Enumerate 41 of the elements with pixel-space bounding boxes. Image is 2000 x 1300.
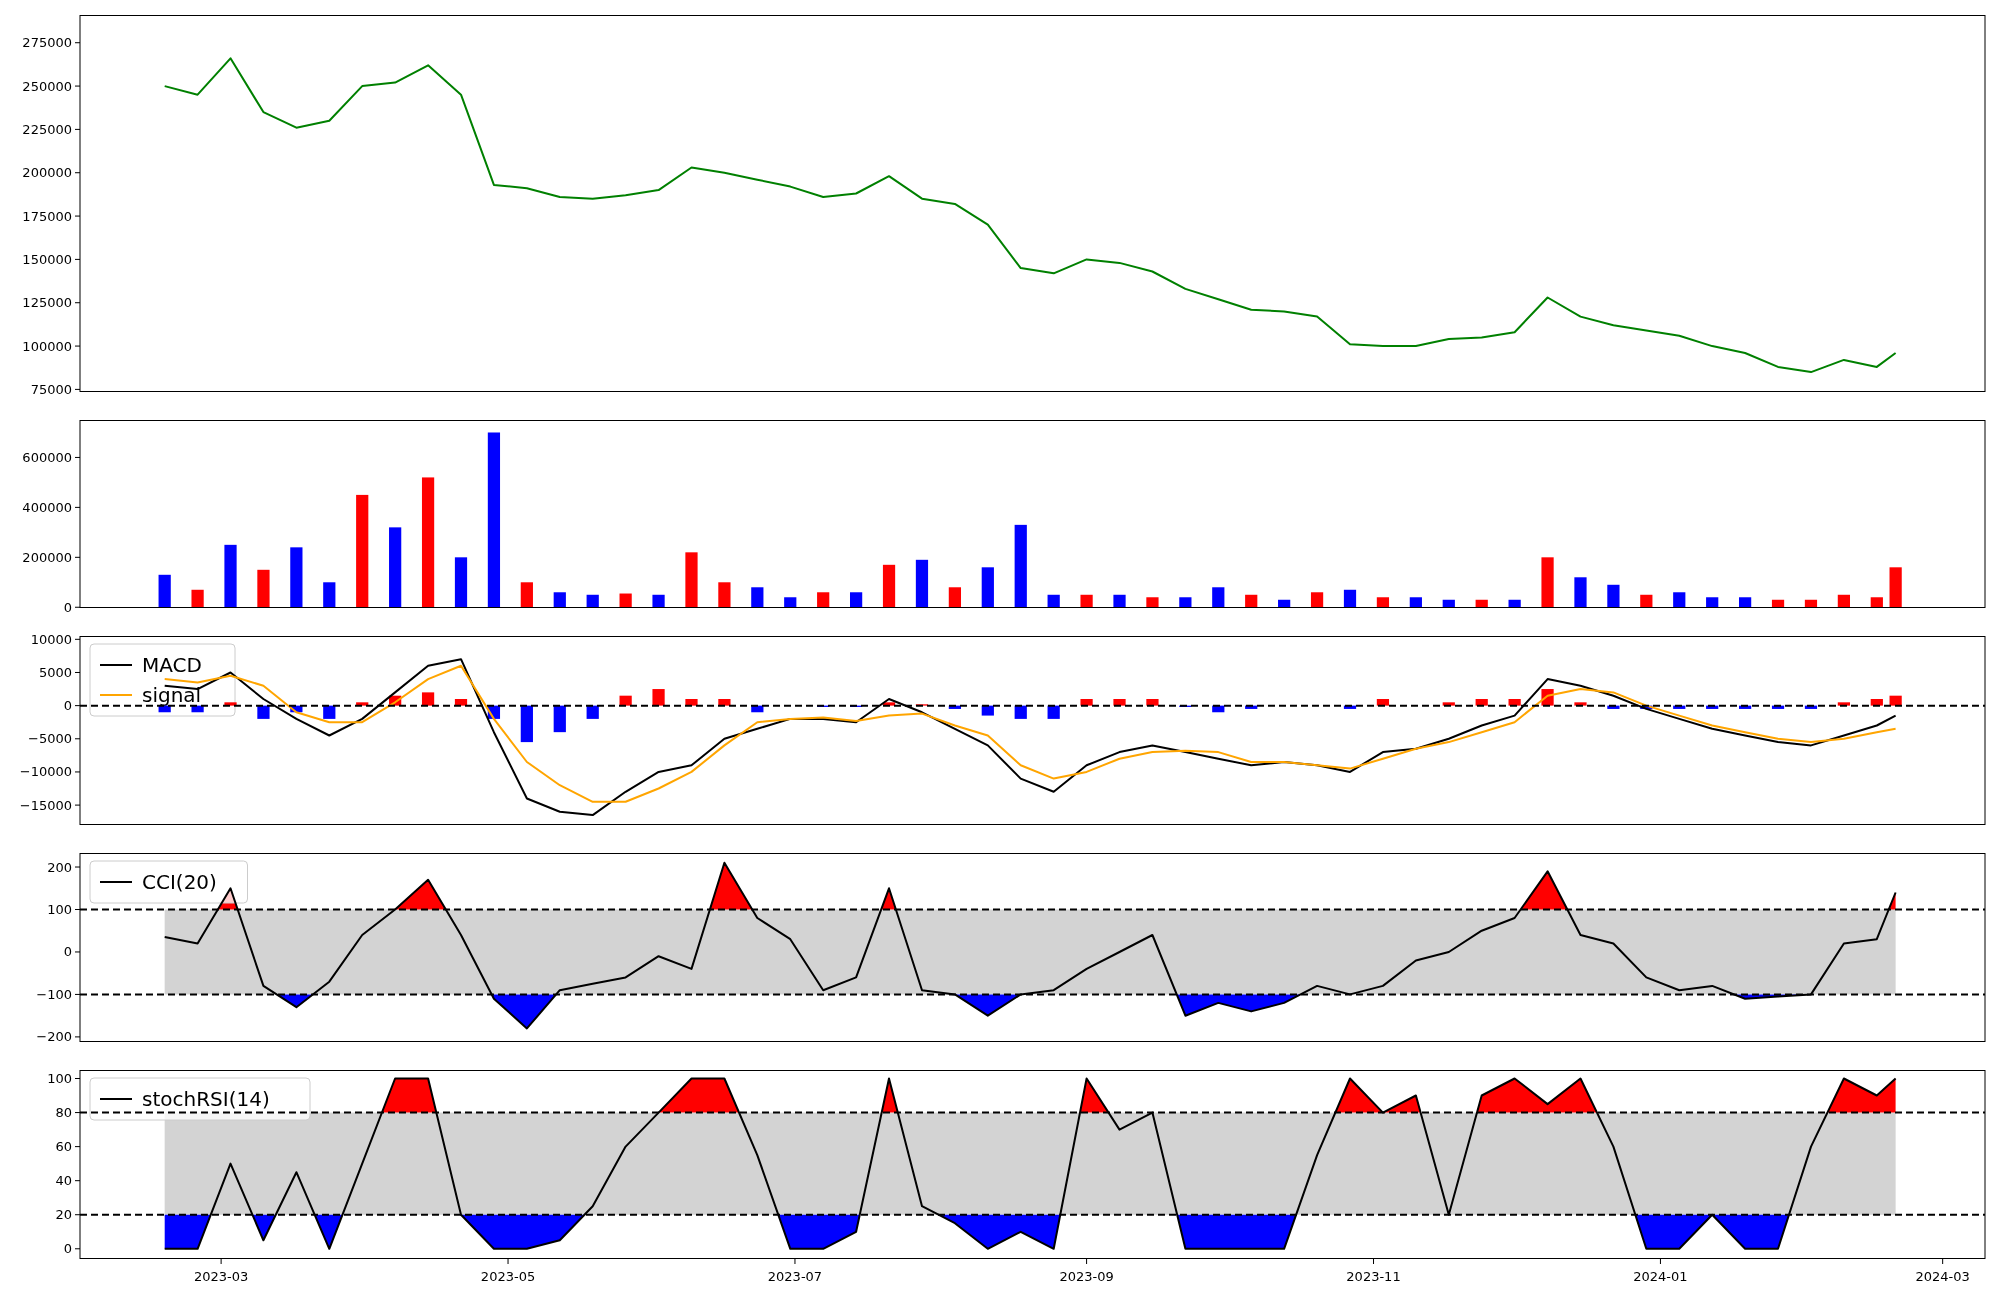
y-tick-label: 175000 bbox=[22, 208, 72, 224]
x-tick-label: 2023-09 bbox=[1059, 1269, 1114, 1284]
x-tick-label: 2023-11 bbox=[1346, 1269, 1401, 1284]
y-tick-label: 100000 bbox=[22, 338, 72, 354]
y-tick-label: 75000 bbox=[30, 381, 72, 397]
y-tick-label: 0 bbox=[63, 698, 72, 714]
y-tick-label: 100 bbox=[47, 1071, 72, 1086]
y-tick-label: 5000 bbox=[38, 664, 72, 680]
x-tick-label: 2023-07 bbox=[767, 1269, 823, 1284]
y-tick-label: −100 bbox=[36, 986, 72, 1002]
y-tick-label: 80 bbox=[55, 1105, 72, 1121]
y-tick-label: −10000 bbox=[19, 764, 72, 780]
legend-label: signal bbox=[142, 683, 202, 707]
x-tick-label: 2024-01 bbox=[1633, 1269, 1688, 1284]
y-tick-label: 200000 bbox=[22, 165, 72, 181]
x-tick-label: 2024-03 bbox=[1915, 1269, 1970, 1284]
y-tick-label: 10000 bbox=[30, 631, 72, 647]
y-tick-label: −5000 bbox=[28, 731, 72, 747]
y-tick-label: 200 bbox=[47, 859, 72, 875]
y-tick-label: 275000 bbox=[22, 35, 72, 51]
y-tick-label: 0 bbox=[63, 599, 72, 615]
y-tick-label: −200 bbox=[36, 1029, 72, 1045]
y-tick-label: 200000 bbox=[22, 549, 72, 565]
y-tick-label: 150000 bbox=[22, 251, 72, 267]
y-tick-label: 250000 bbox=[22, 78, 72, 94]
y-tick-label: −15000 bbox=[19, 797, 72, 813]
y-tick-label: 600000 bbox=[22, 449, 72, 465]
legend-label: MACD bbox=[142, 653, 202, 677]
x-tick-label: 2023-03 bbox=[193, 1269, 249, 1284]
y-tick-label: 400000 bbox=[22, 499, 72, 515]
y-tick-label: 60 bbox=[55, 1139, 72, 1155]
y-tick-label: 225000 bbox=[22, 121, 72, 137]
y-tick-label: 0 bbox=[63, 944, 72, 960]
y-tick-label: 125000 bbox=[22, 295, 72, 311]
legend-label: stochRSI(14) bbox=[142, 1087, 270, 1111]
legend-label: CCI(20) bbox=[142, 870, 217, 894]
y-tick-label: 20 bbox=[55, 1207, 72, 1223]
x-tick-label: 2023-05 bbox=[480, 1269, 536, 1284]
y-tick-label: 100 bbox=[47, 902, 72, 917]
y-tick-label: 40 bbox=[55, 1173, 72, 1189]
y-tick-label: 0 bbox=[63, 1241, 72, 1257]
